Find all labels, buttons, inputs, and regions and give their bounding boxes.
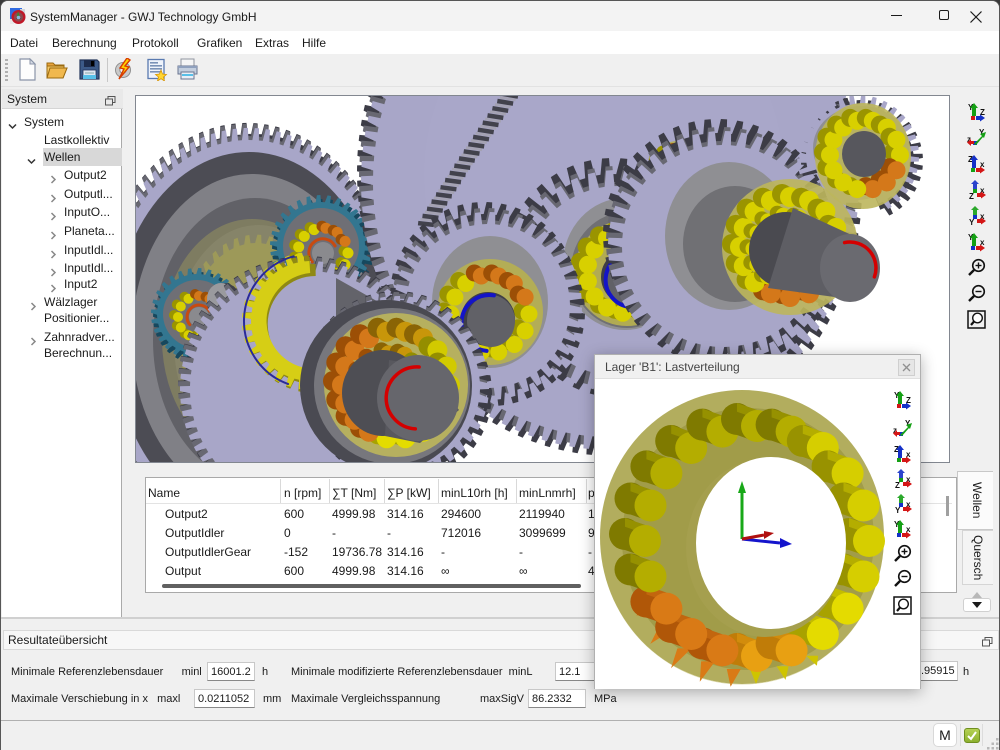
svg-text:Z: Z	[969, 192, 974, 200]
svg-text:Z: Z	[895, 481, 900, 489]
svg-text:Y: Y	[895, 506, 901, 514]
svg-text:Y: Y	[969, 218, 975, 226]
